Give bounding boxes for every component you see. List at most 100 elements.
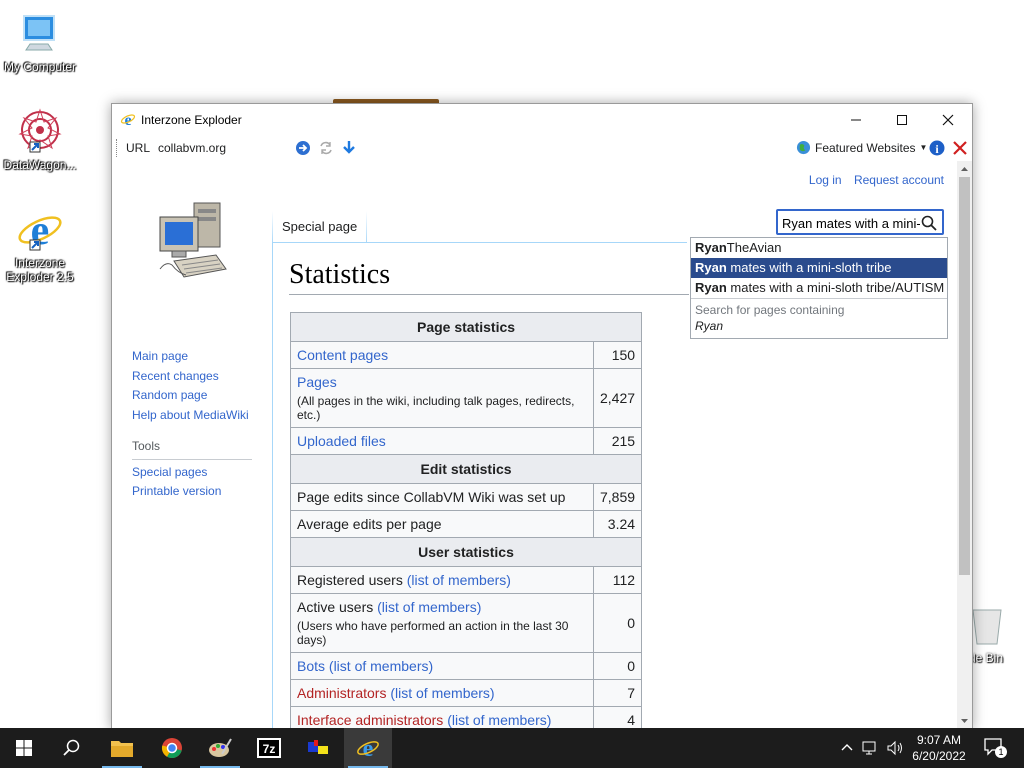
taskbar-paint[interactable] (196, 728, 244, 768)
list-of-members-link[interactable]: (list of members) (390, 685, 494, 701)
list-of-members-link[interactable]: (list of members) (447, 712, 551, 728)
system-clock[interactable]: 9:07 AM 6/20/2022 (904, 732, 974, 764)
active-note: (Users who have performed an action in t… (297, 619, 569, 647)
list-of-members-link[interactable]: (list of members) (377, 599, 481, 615)
url-input[interactable]: collabvm.org (158, 141, 226, 155)
title-bar[interactable]: e Interzone Exploder (112, 104, 972, 135)
tab-rule (272, 242, 687, 243)
sidebar-item-help[interactable]: Help about MediaWiki (132, 406, 252, 426)
desktop-icon-label: DataWagon... (3, 158, 77, 172)
volume-icon[interactable] (886, 740, 904, 756)
featured-websites-menu[interactable]: Featured Websites ▼ (796, 140, 927, 155)
taskbar-chrome[interactable] (148, 728, 196, 768)
close-red-icon[interactable] (952, 140, 968, 156)
stat-value: 150 (592, 341, 643, 369)
list-of-members-link[interactable]: (list of members) (407, 572, 511, 588)
sidebar-item-recent-changes[interactable]: Recent changes (132, 367, 252, 387)
search-input[interactable] (778, 211, 924, 235)
stat-value: 4 (592, 706, 643, 729)
uploaded-files-link[interactable]: Uploaded files (297, 433, 386, 449)
scrollbar-thumb[interactable] (959, 177, 970, 575)
taskbar-7zip[interactable]: 7z (245, 728, 293, 768)
table-row: Pages (All pages in the wiki, including t… (290, 368, 643, 428)
chevron-up-icon[interactable] (840, 741, 854, 755)
suggestion-item-selected[interactable]: Ryan mates with a mini-sloth tribe (691, 258, 947, 278)
administrators-link[interactable]: Administrators (297, 685, 386, 701)
maximize-button[interactable] (879, 104, 925, 135)
section-header: User statistics (289, 537, 643, 567)
page-title: Statistics (289, 259, 391, 290)
search-icon[interactable] (921, 215, 937, 231)
desktop-icon-datawagon[interactable]: DataWagon... (0, 108, 80, 172)
log-in-link[interactable]: Log in (809, 173, 842, 187)
stat-value: 0 (592, 652, 643, 680)
sidebar-item-special-pages[interactable]: Special pages (132, 463, 252, 483)
action-center-button[interactable]: 1 (984, 738, 1007, 760)
search-box (776, 209, 944, 235)
section-header: Page statistics (289, 312, 643, 342)
content-pages-link[interactable]: Content pages (297, 347, 388, 363)
desktop-icon-interzone-exploder[interactable]: e Interzone Exploder 2.5 (0, 206, 80, 284)
sidebar-item-random-page[interactable]: Random page (132, 386, 252, 406)
featured-websites-label: Featured Websites (815, 140, 916, 155)
table-row: Page edits since CollabVM Wiki was set u… (290, 483, 643, 511)
pages-link[interactable]: Pages (297, 374, 337, 390)
chrome-icon (161, 738, 182, 759)
taskbar-interzone-exploder[interactable]: e (344, 728, 392, 768)
interface-administrators-link[interactable]: Interface administrators (297, 712, 443, 728)
search-containing-label: Search for pages containing (695, 303, 845, 317)
computer-icon (23, 15, 55, 51)
table-row: Content pages 150 (290, 341, 643, 369)
toolbar-grip[interactable] (116, 139, 119, 157)
ie-icon: e (357, 736, 379, 760)
content-frame-border (272, 242, 273, 729)
globe-icon (796, 140, 811, 155)
list-of-members-link[interactable]: (list of members) (329, 658, 433, 674)
chevron-down-icon: ▼ (919, 143, 928, 152)
taskbar-app[interactable] (294, 728, 342, 768)
download-icon[interactable] (341, 140, 357, 156)
site-logo-computer[interactable] (156, 199, 228, 285)
search-button[interactable] (48, 728, 96, 768)
vertical-scrollbar[interactable] (957, 161, 972, 729)
scroll-down-icon[interactable] (957, 714, 972, 729)
close-button[interactable] (925, 104, 971, 135)
sidebar-heading-tools: Tools (132, 437, 252, 460)
search-icon (63, 739, 80, 756)
desktop-icon-label: Interzone Exploder 2.5 (6, 256, 74, 284)
ie-icon: e (120, 112, 136, 127)
maximize-icon (897, 114, 907, 125)
start-button[interactable] (0, 728, 48, 768)
tab-special-page[interactable]: Special page (274, 211, 366, 243)
stat-label: Registered users (297, 572, 403, 588)
scroll-up-icon[interactable] (957, 161, 972, 176)
suggestion-item[interactable]: Ryan mates with a mini-sloth tribe/AUTIS… (691, 278, 947, 298)
stat-value: 7 (592, 679, 643, 707)
minimize-button[interactable] (833, 104, 879, 135)
info-icon[interactable]: i (929, 140, 945, 156)
personal-tools: Log in Request account (800, 173, 944, 187)
minimize-icon (851, 119, 861, 120)
network-icon[interactable] (862, 740, 880, 756)
sidebar: Main page Recent changes Random page Hel… (132, 347, 252, 502)
section-header: Edit statistics (289, 454, 643, 484)
sidebar-item-main-page[interactable]: Main page (132, 347, 252, 367)
taskbar-file-explorer[interactable] (98, 728, 146, 768)
notification-badge: 1 (995, 746, 1007, 758)
taskbar: 7z e 9:07 AM 6/20/2022 1 (0, 728, 1024, 768)
paint-palette-icon (209, 738, 232, 757)
window-title: Interzone Exploder (141, 113, 242, 127)
tab-divider (366, 211, 367, 243)
go-icon[interactable] (295, 140, 311, 156)
folder-icon (111, 741, 133, 757)
search-containing-item[interactable]: Search for pages containing Ryan (691, 298, 947, 338)
7zip-icon: 7z (257, 738, 281, 758)
desktop-icon-my-computer[interactable]: My Computer (0, 10, 80, 74)
request-account-link[interactable]: Request account (854, 173, 944, 187)
clock-date: 6/20/2022 (912, 749, 966, 763)
bots-link[interactable]: Bots (297, 658, 325, 674)
sidebar-item-printable-version[interactable]: Printable version (132, 482, 252, 502)
refresh-icon[interactable] (318, 140, 334, 156)
statistics-table: Page statistics Content pages 150 Pages (… (289, 312, 643, 729)
suggestion-item[interactable]: RyanTheAvian (691, 238, 947, 258)
